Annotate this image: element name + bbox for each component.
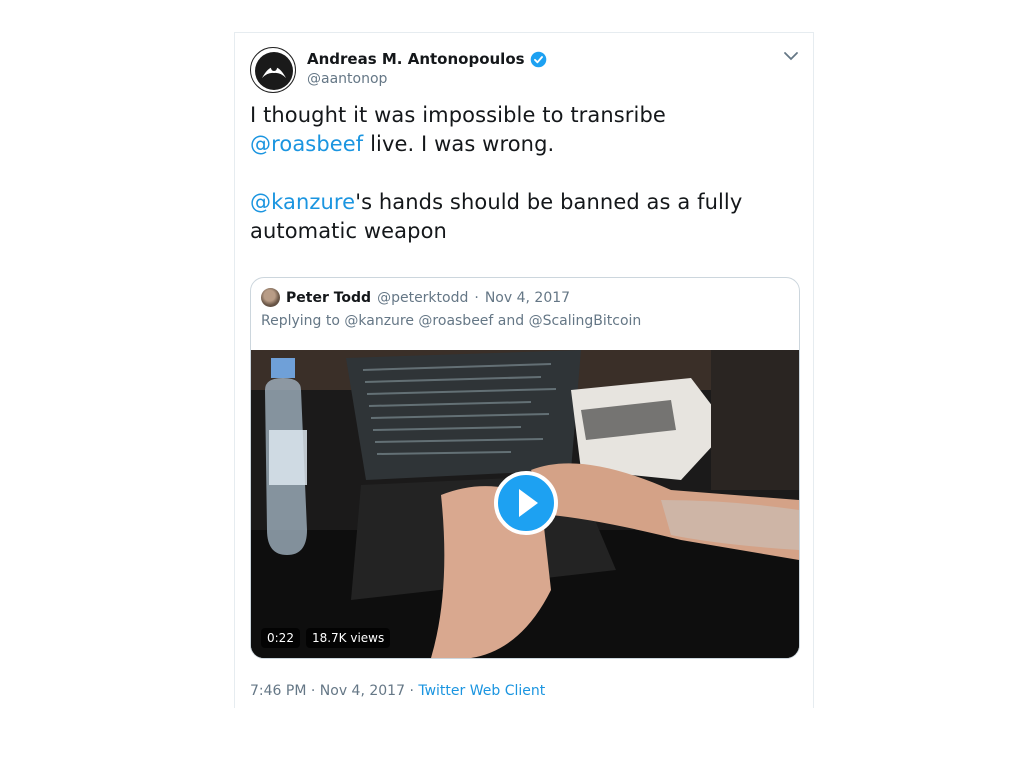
footer-separator-2: · [409,683,414,699]
tweet-paragraph-1: I thought it was impossible to transribe… [250,101,795,159]
video-player[interactable]: 0:22 18.7K views [251,350,799,658]
video-badges: 0:22 18.7K views [261,628,391,648]
play-icon [519,489,538,517]
quoted-date[interactable]: Nov 4, 2017 [485,290,570,306]
tweet-text: I thought it was impossible to transribe… [250,101,795,246]
author-name[interactable]: Andreas M. Antonopoulos [307,50,525,68]
quoted-tweet[interactable]: Peter Todd @peterktodd · Nov 4, 2017 Rep… [250,277,800,659]
quoted-separator: · [474,289,479,306]
video-duration-badge: 0:22 [261,628,300,648]
tweet-text-line1-suffix: live. I was wrong. [363,132,555,156]
footer-separator-1: · [310,683,316,699]
footer-date[interactable]: Nov 4, 2017 [320,683,405,699]
footer-client-link[interactable]: Twitter Web Client [418,683,545,699]
author-handle[interactable]: @aantonop [307,71,387,87]
tweet-paragraph-2: @kanzure's hands should be banned as a f… [250,188,795,246]
quoted-reply-line: Replying to @kanzure @roasbeef and @Scal… [261,313,642,329]
video-views-badge: 18.7K views [305,628,391,648]
author-avatar[interactable] [250,47,296,93]
tweet-footer: 7:46 PM · Nov 4, 2017 · Twitter Web Clie… [250,683,545,699]
tweet-card: Andreas M. Antonopoulos @aantonop I thou… [234,32,814,708]
author-name-row: Andreas M. Antonopoulos [307,50,547,68]
mention-roasbeef[interactable]: @roasbeef [250,132,363,156]
verified-badge-icon [530,51,546,67]
quoted-author-handle[interactable]: @peterktodd [377,290,468,306]
quoted-header: Peter Todd @peterktodd · Nov 4, 2017 [261,288,570,307]
chevron-down-icon[interactable] [783,50,799,62]
play-button[interactable] [494,471,558,535]
mention-kanzure[interactable]: @kanzure [250,190,355,214]
quoted-avatar[interactable] [261,288,280,307]
tweet-text-line1: I thought it was impossible to transribe [250,103,666,127]
black-avatar-icon [255,52,293,90]
footer-time[interactable]: 7:46 PM [250,683,306,699]
quoted-author-name[interactable]: Peter Todd [286,290,371,306]
